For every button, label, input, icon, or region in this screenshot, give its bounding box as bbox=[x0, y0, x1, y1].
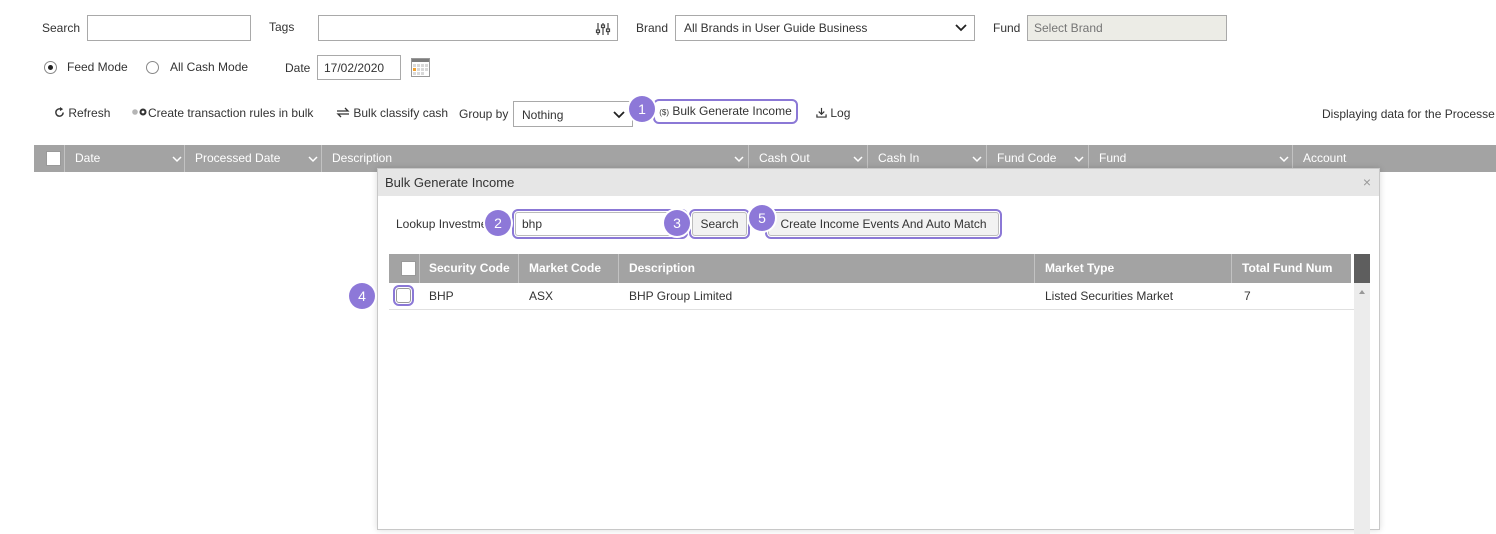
money-icon: ($) bbox=[659, 108, 670, 117]
step-badge-5: 5 bbox=[749, 205, 775, 231]
arrows-exchange-icon bbox=[336, 107, 350, 118]
all-cash-mode-radio[interactable] bbox=[146, 61, 159, 74]
tags-input[interactable] bbox=[318, 15, 618, 41]
chevron-down-icon[interactable] bbox=[172, 156, 182, 163]
chevron-down-icon[interactable] bbox=[1074, 156, 1084, 163]
search-button[interactable]: Search bbox=[689, 209, 750, 239]
bulk-classify-button[interactable]: Bulk classify cash bbox=[336, 106, 448, 120]
bulk-generate-income-button[interactable]: ($) Bulk Generate Income bbox=[653, 99, 798, 124]
market-type-cell: Listed Securities Market bbox=[1045, 289, 1174, 303]
market-code-cell: ASX bbox=[529, 289, 554, 303]
chevron-down-icon[interactable] bbox=[972, 156, 982, 163]
all-cash-mode-label: All Cash Mode bbox=[170, 60, 249, 74]
status-text: Displaying data for the Processe bbox=[1322, 107, 1495, 121]
column-processed-date[interactable]: Processed Date bbox=[195, 145, 280, 172]
chevron-down-icon[interactable] bbox=[308, 156, 318, 163]
column-description[interactable]: Description bbox=[629, 254, 695, 283]
refresh-icon bbox=[55, 107, 64, 117]
brand-select[interactable]: All Brands in User Guide Business bbox=[675, 15, 975, 41]
lookup-investment-input[interactable] bbox=[512, 209, 688, 239]
column-market-code[interactable]: Market Code bbox=[529, 254, 601, 283]
results-grid-header: Security Code Market Code Description Ma… bbox=[389, 254, 1351, 283]
scrollbar-header bbox=[1354, 254, 1370, 283]
refresh-button[interactable]: Refresh bbox=[54, 106, 110, 120]
column-market-type[interactable]: Market Type bbox=[1045, 254, 1114, 283]
dialog-title: Bulk Generate Income bbox=[385, 175, 515, 190]
create-income-events-button[interactable]: Create Income Events And Auto Match bbox=[765, 209, 1002, 239]
rules-toggle-icon bbox=[132, 108, 147, 116]
tags-label: Tags bbox=[269, 20, 295, 34]
group-by-label: Group by bbox=[459, 107, 509, 121]
sliders-icon[interactable] bbox=[595, 21, 611, 37]
feed-mode-radio[interactable] bbox=[44, 61, 57, 74]
fund-select[interactable] bbox=[1027, 15, 1227, 41]
close-icon[interactable]: × bbox=[1363, 174, 1371, 190]
group-by-value: Nothing bbox=[522, 108, 564, 122]
refresh-label: Refresh bbox=[68, 106, 111, 120]
results-scrollbar[interactable] bbox=[1354, 254, 1370, 534]
row-checkbox[interactable] bbox=[393, 285, 414, 306]
chevron-down-icon bbox=[613, 111, 625, 119]
bulk-classify-label: Bulk classify cash bbox=[353, 106, 449, 120]
log-button[interactable]: Log bbox=[816, 106, 850, 120]
search-label: Search bbox=[42, 21, 81, 35]
step-badge-2: 2 bbox=[485, 210, 511, 236]
search-input[interactable] bbox=[87, 15, 251, 41]
group-by-select[interactable]: Nothing bbox=[513, 101, 633, 127]
fund-label: Fund bbox=[993, 21, 1021, 35]
download-icon bbox=[816, 107, 827, 118]
brand-label: Brand bbox=[636, 21, 669, 35]
create-rules-toggle[interactable]: Create transaction rules in bulk bbox=[131, 106, 313, 120]
select-all-checkbox[interactable] bbox=[46, 151, 61, 166]
column-date[interactable]: Date bbox=[75, 145, 100, 172]
chevron-down-icon[interactable] bbox=[1279, 156, 1289, 163]
column-total-fund-num[interactable]: Total Fund Num bbox=[1242, 254, 1332, 283]
description-cell: BHP Group Limited bbox=[629, 289, 733, 303]
chevron-down-icon bbox=[955, 24, 967, 32]
lookup-investment-label: Lookup Investme bbox=[396, 217, 488, 231]
chevron-down-icon[interactable] bbox=[734, 156, 744, 163]
table-row[interactable]: BHP ASX BHP Group Limited Listed Securit… bbox=[389, 283, 1354, 310]
create-rules-label: Create transaction rules in bulk bbox=[148, 106, 314, 120]
date-label: Date bbox=[285, 61, 311, 75]
feed-mode-label: Feed Mode bbox=[67, 60, 128, 74]
brand-value: All Brands in User Guide Business bbox=[684, 21, 868, 35]
step-badge-3: 3 bbox=[664, 210, 690, 236]
total-fund-num-cell: 7 bbox=[1244, 289, 1251, 303]
bulk-generate-income-dialog: Bulk Generate Income × Lookup Investme 2… bbox=[349, 168, 1380, 534]
scroll-up-icon[interactable] bbox=[1358, 289, 1366, 295]
column-security-code[interactable]: Security Code bbox=[429, 254, 510, 283]
log-label: Log bbox=[830, 106, 851, 120]
security-code-cell: BHP bbox=[429, 289, 454, 303]
step-badge-4: 4 bbox=[349, 283, 375, 309]
select-all-results-checkbox[interactable] bbox=[401, 261, 416, 276]
bulk-generate-income-label: Bulk Generate Income bbox=[672, 104, 792, 118]
chevron-down-icon[interactable] bbox=[853, 156, 863, 163]
date-input[interactable] bbox=[317, 55, 401, 80]
step-badge-1: 1 bbox=[629, 96, 655, 122]
calendar-icon[interactable] bbox=[411, 58, 430, 77]
dialog-title-bar: Bulk Generate Income × bbox=[378, 169, 1379, 196]
